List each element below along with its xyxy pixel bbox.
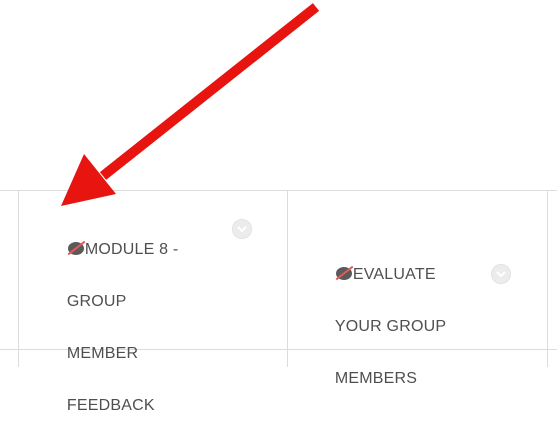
gradebook-column-header-row: MODULE 8 - GROUP MEMBER FEEDBACK EVALUAT… [0, 0, 557, 414]
column-title-line-1: EVALUATE [352, 266, 436, 283]
chevron-down-icon [237, 226, 247, 233]
column-title[interactable]: MODULE 8 - GROUP MEMBER FEEDBACK [39, 211, 214, 445]
column-title-line-3: MEMBER [66, 345, 139, 362]
column-divider-right [547, 190, 548, 367]
chevron-down-icon [496, 271, 506, 278]
column-title-line-2: GROUP [66, 293, 127, 310]
column-title-line-3: MEMBERS [334, 370, 418, 387]
eye-slash-icon [335, 265, 354, 281]
eye-slash-icon [67, 240, 86, 256]
column-menu-button[interactable] [232, 219, 252, 239]
column-title-line-4: FEEDBACK [66, 397, 155, 414]
column-header-evaluate-group-members[interactable]: EVALUATE YOUR GROUP MEMBERS [288, 191, 547, 387]
column-title-line-1: MODULE 8 - [84, 241, 179, 258]
column-title-line-2: YOUR GROUP [334, 318, 447, 335]
column-header-module-8[interactable]: MODULE 8 - GROUP MEMBER FEEDBACK [19, 191, 287, 414]
column-title[interactable]: EVALUATE YOUR GROUP MEMBERS [307, 236, 482, 418]
column-menu-button[interactable] [491, 264, 511, 284]
